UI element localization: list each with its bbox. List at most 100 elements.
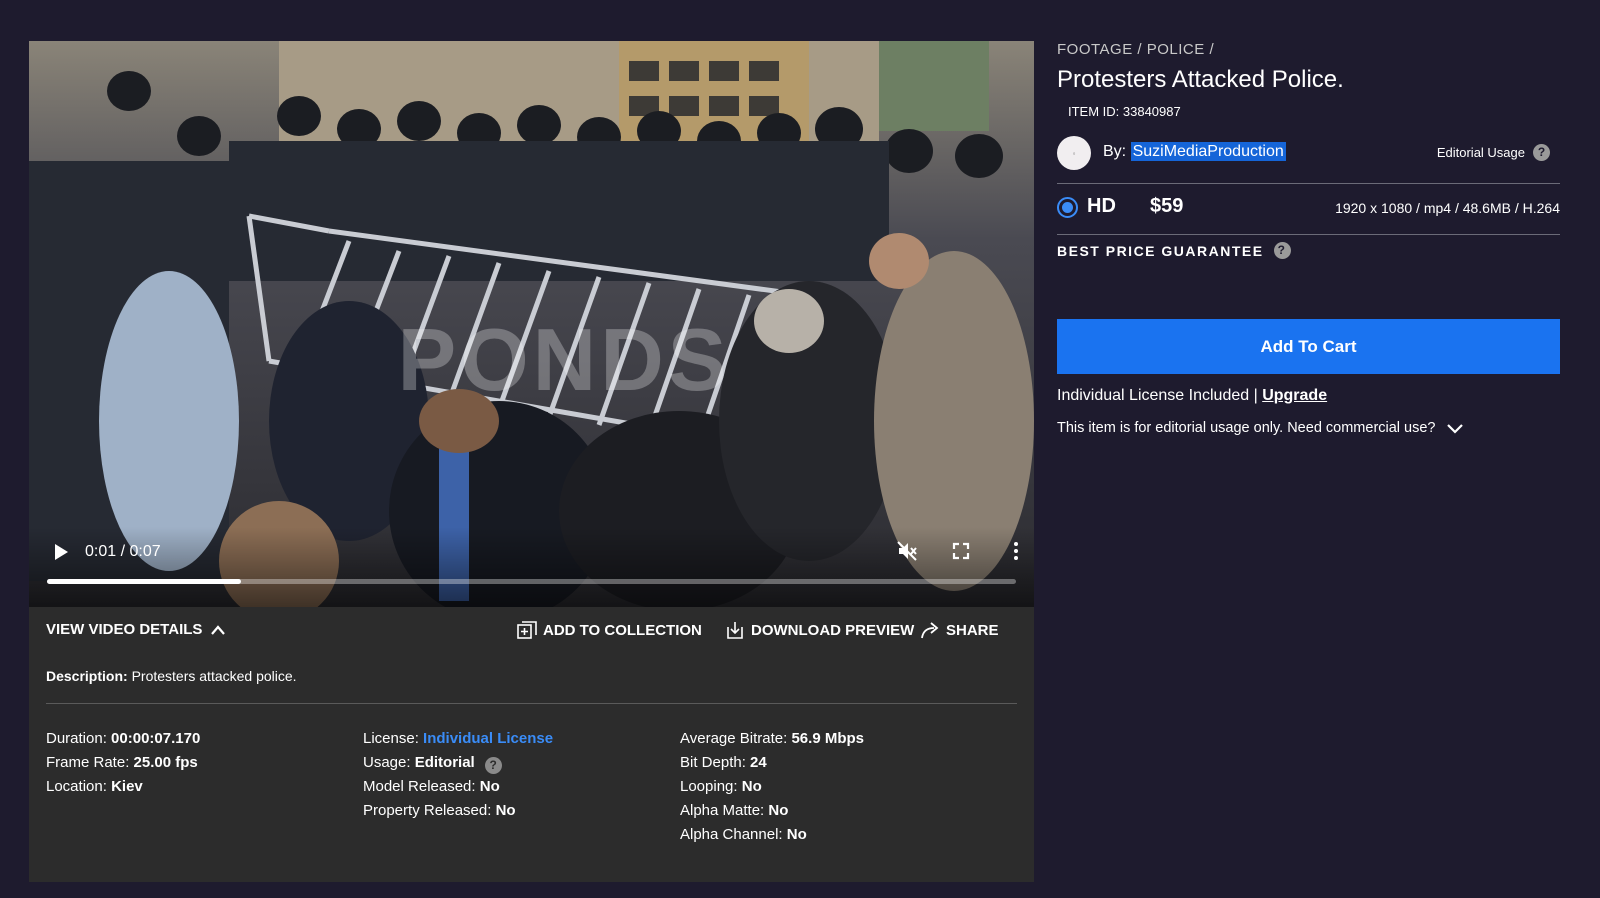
license-link[interactable]: Individual License — [423, 730, 553, 747]
watermark: PONDS — [397, 310, 731, 409]
meta-label: License: — [363, 730, 419, 747]
author-row: ◦ By: SuziMediaProduction Editorial Usag… — [1057, 136, 1560, 170]
author-link[interactable]: SuziMediaProduction — [1130, 142, 1286, 161]
best-price-label: BEST PRICE GUARANTEE — [1057, 242, 1264, 259]
add-to-collection-label: ADD TO COLLECTION — [543, 621, 702, 639]
meta-label: Location: — [46, 778, 107, 795]
meta-row-model-released: Model Released: No — [363, 775, 553, 799]
view-details-label: VIEW VIDEO DETAILS — [46, 621, 203, 638]
add-collection-icon — [517, 621, 537, 639]
help-icon[interactable]: ? — [1273, 242, 1291, 259]
time-current: 0:01 — [85, 543, 117, 560]
more-vertical-icon[interactable] — [1004, 539, 1028, 563]
fullscreen-icon[interactable] — [949, 539, 973, 563]
meta-value: No — [768, 802, 789, 819]
time-display: 0:01 / 0:07 — [85, 543, 161, 561]
share-button[interactable]: SHARE — [920, 621, 999, 639]
meta-value: 24 — [750, 754, 767, 771]
breadcrumb: FOOTAGE / POLICE / — [1057, 41, 1214, 58]
breadcrumb-separator: / — [1137, 41, 1143, 58]
price: $59 — [1150, 195, 1184, 217]
play-icon[interactable] — [51, 541, 71, 563]
format-option-hd[interactable]: HD $59 1920 x 1080 / mp4 / 48.6MB / H.26… — [1057, 193, 1560, 225]
meta-row-average-bitrate: Average Bitrate: 56.9 Mbps — [680, 727, 864, 751]
meta-row-frame-rate: Frame Rate: 25.00 fps — [46, 751, 200, 775]
meta-value: 56.9 Mbps — [791, 730, 864, 747]
description-text: Protesters attacked police. — [131, 668, 297, 684]
license-divider: | — [1253, 387, 1258, 404]
editorial-note[interactable]: This item is for editorial usage only. N… — [1057, 420, 1464, 436]
page-title: Protesters Attacked Police. — [1057, 66, 1344, 93]
share-icon — [921, 622, 939, 639]
progress-fill — [47, 579, 241, 584]
breadcrumb-separator: / — [1209, 41, 1215, 58]
editorial-note-text: This item is for editorial usage only. N… — [1057, 420, 1436, 436]
meta-row-location: Location: Kiev — [46, 775, 200, 799]
breadcrumb-footage[interactable]: FOOTAGE — [1057, 41, 1133, 58]
meta-value: 00:00:07.170 — [111, 730, 201, 747]
help-icon[interactable]: ? — [484, 757, 502, 774]
meta-label: Model Released: — [363, 778, 476, 795]
format-specs: 1920 x 1080 / mp4 / 48.6MB / H.264 — [1335, 200, 1560, 216]
format-radio[interactable] — [1057, 197, 1078, 218]
meta-column-2: License: Individual License Usage: Edito… — [363, 727, 553, 823]
mute-icon[interactable] — [895, 539, 919, 563]
meta-row-property-released: Property Released: No — [363, 799, 553, 823]
meta-label: Bit Depth: — [680, 754, 746, 771]
meta-label: Alpha Channel: — [680, 826, 783, 843]
details-divider — [46, 703, 1017, 704]
meta-column-3: Average Bitrate: 56.9 Mbps Bit Depth: 24… — [680, 727, 864, 847]
meta-value: Kiev — [111, 778, 143, 795]
chevron-down-icon[interactable] — [1446, 422, 1464, 434]
video-player[interactable]: PONDS 0:01 / 0:07 — [29, 41, 1034, 607]
description-label: Description: — [46, 668, 128, 684]
author-line: By: SuziMediaProduction — [1103, 142, 1286, 161]
meta-label: Usage: — [363, 754, 411, 771]
time-total: 0:07 — [129, 543, 161, 560]
breadcrumb-police[interactable]: POLICE — [1147, 41, 1205, 58]
time-separator: / — [120, 543, 126, 560]
editorial-usage-label: Editorial Usage — [1436, 145, 1525, 160]
meta-label: Alpha Matte: — [680, 802, 765, 819]
meta-row-duration: Duration: 00:00:07.170 — [46, 727, 200, 751]
format-label: HD — [1087, 195, 1116, 217]
divider — [1057, 183, 1560, 184]
meta-label: Duration: — [46, 730, 107, 747]
help-icon[interactable]: ? — [1533, 144, 1550, 161]
editorial-usage[interactable]: Editorial Usage ? — [1437, 144, 1550, 161]
meta-value: No — [495, 802, 516, 819]
share-label: SHARE — [946, 621, 999, 639]
add-to-collection-button[interactable]: ADD TO COLLECTION — [517, 621, 702, 639]
download-preview-button[interactable]: DOWNLOAD PREVIEW — [725, 621, 914, 639]
meta-row-alpha-matte: Alpha Matte: No — [680, 799, 864, 823]
meta-value: No — [741, 778, 762, 795]
meta-row-alpha-channel: Alpha Channel: No — [680, 823, 864, 847]
meta-column-1: Duration: 00:00:07.170 Frame Rate: 25.00… — [46, 727, 200, 799]
details-toolbar: VIEW VIDEO DETAILS ADD TO COLLECTION DOW… — [46, 607, 1017, 655]
meta-label: Frame Rate: — [46, 754, 130, 771]
meta-value: No — [786, 826, 807, 843]
meta-row-bit-depth: Bit Depth: 24 — [680, 751, 864, 775]
view-video-details-toggle[interactable]: VIEW VIDEO DETAILS — [46, 621, 226, 638]
meta-label: Average Bitrate: — [680, 730, 788, 747]
meta-row-looping: Looping: No — [680, 775, 864, 799]
item-id: ITEM ID: 33840987 — [1068, 104, 1181, 119]
add-to-cart-button[interactable]: Add To Cart — [1057, 319, 1560, 374]
meta-label: Looping: — [680, 778, 738, 795]
progress-bar[interactable] — [47, 579, 1016, 584]
download-icon — [727, 622, 743, 639]
video-details-panel: VIEW VIDEO DETAILS ADD TO COLLECTION DOW… — [29, 607, 1034, 882]
meta-label: Property Released: — [363, 802, 492, 819]
meta-value: 25.00 fps — [133, 754, 198, 771]
avatar[interactable]: ◦ — [1057, 136, 1091, 170]
meta-row-license: License: Individual License — [363, 727, 553, 751]
chevron-up-icon — [211, 624, 226, 635]
best-price-guarantee: BEST PRICE GUARANTEE ? — [1057, 242, 1291, 259]
upgrade-link[interactable]: Upgrade — [1262, 387, 1327, 404]
meta-value: No — [479, 778, 500, 795]
download-preview-label: DOWNLOAD PREVIEW — [751, 621, 915, 639]
divider — [1057, 234, 1560, 235]
by-label: By: — [1103, 143, 1127, 160]
meta-row-usage: Usage: Editorial? — [363, 751, 553, 775]
meta-value: Editorial — [414, 754, 475, 771]
